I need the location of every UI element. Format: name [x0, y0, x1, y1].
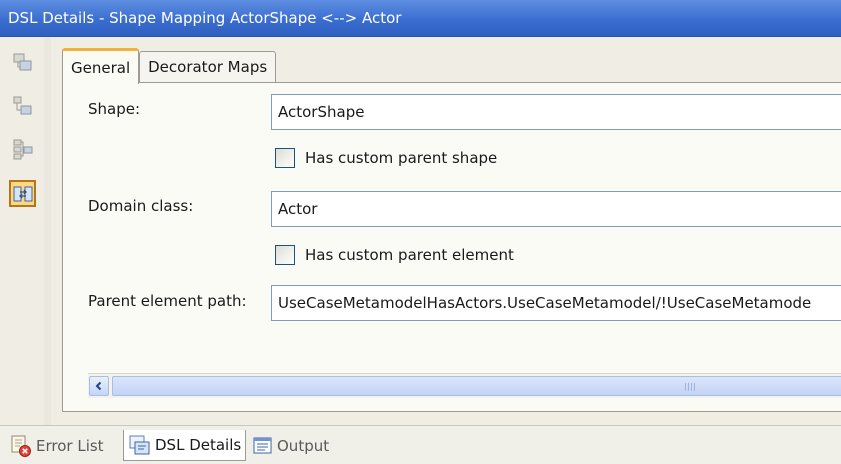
- hierarchy-button[interactable]: [9, 135, 36, 162]
- shape-label: Shape:: [88, 100, 141, 118]
- shape-mapping-button[interactable]: [9, 180, 36, 207]
- tab-dsl-details[interactable]: DSL Details: [123, 430, 247, 461]
- domain-class-label: Domain class:: [88, 197, 194, 215]
- output-icon: [253, 437, 272, 453]
- scroll-grip: [685, 383, 697, 391]
- shape-mapping-icon: [13, 186, 32, 201]
- error-list-icon: [11, 435, 31, 457]
- class-list-icon: [13, 96, 31, 114]
- scroll-thumb[interactable]: [112, 376, 841, 396]
- tab-output[interactable]: Output: [249, 430, 332, 461]
- horizontal-scrollbar[interactable]: [88, 373, 841, 398]
- custom-parent-shape-checkbox[interactable]: [275, 148, 295, 168]
- custom-parent-element-checkbox[interactable]: [275, 245, 295, 265]
- parent-element-path-field[interactable]: UseCaseMetamodelHasActors.UseCaseMetamod…: [271, 285, 841, 321]
- bottom-tool-tabs: Error List DSL Details Output: [0, 425, 841, 464]
- tab-error-list[interactable]: Error List: [6, 430, 107, 461]
- dsl-details-label: DSL Details: [155, 436, 242, 454]
- scroll-left-button[interactable]: [89, 376, 109, 396]
- window-title: DSL Details - Shape Mapping ActorShape <…: [0, 0, 841, 37]
- chevron-left-icon: [95, 381, 102, 391]
- domain-class-field[interactable]: Actor: [271, 191, 841, 227]
- custom-parent-shape-label: Has custom parent shape: [305, 149, 498, 167]
- tab-decorator-maps[interactable]: Decorator Maps: [139, 51, 277, 83]
- tab-strip: General Decorator Maps: [62, 47, 277, 84]
- tree-view-button[interactable]: [9, 49, 36, 76]
- class-list-button[interactable]: [9, 92, 36, 119]
- custom-parent-element-label: Has custom parent element: [305, 246, 514, 264]
- shape-field[interactable]: ActorShape: [271, 94, 841, 130]
- hierarchy-icon: [13, 139, 32, 159]
- tab-general[interactable]: General: [62, 48, 140, 84]
- output-label: Output: [277, 436, 330, 455]
- error-list-label: Error List: [36, 436, 104, 455]
- dsl-details-icon: [129, 435, 150, 455]
- tree-view-icon: [13, 53, 31, 70]
- side-toolbar: [0, 37, 44, 425]
- parent-element-path-label: Parent element path:: [88, 292, 247, 310]
